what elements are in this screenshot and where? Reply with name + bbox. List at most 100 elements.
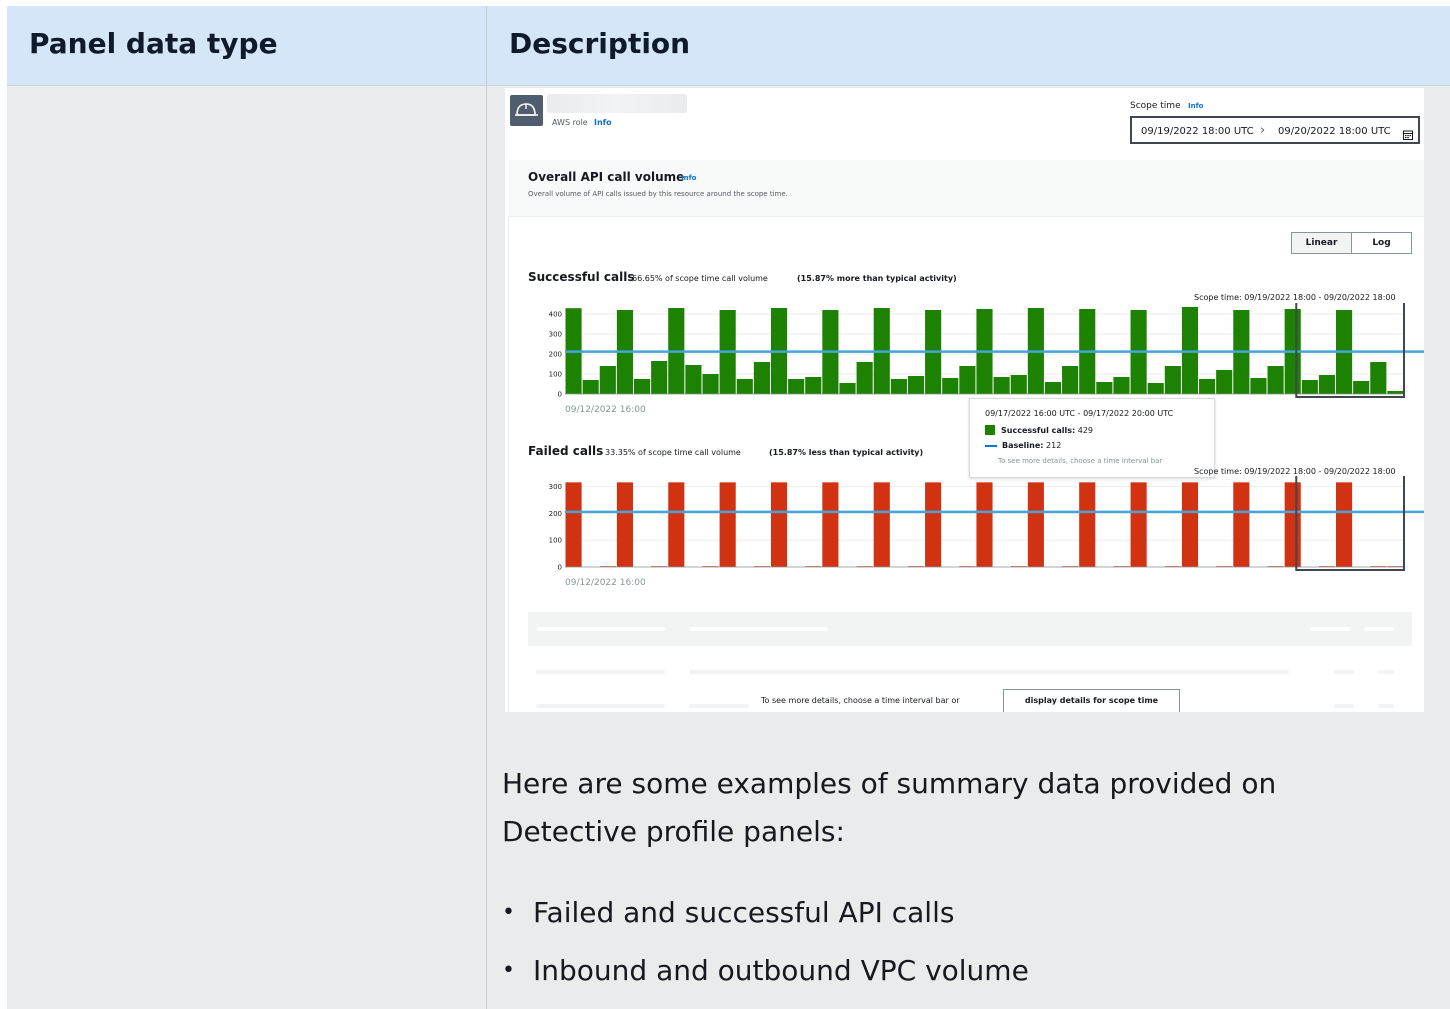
failed-bar: [925, 482, 942, 567]
panel-info-link[interactable]: Info: [681, 174, 696, 182]
failed-start-date: 09/12/2022 16:00: [565, 578, 646, 588]
successful-scope-caption: Scope time: 09/19/2022 18:00 - 09/20/202…: [1194, 293, 1396, 302]
calendar-icon[interactable]: [1403, 125, 1413, 144]
chart-tooltip: 09/17/2022 16:00 UTC - 09/17/2022 20:00 …: [969, 398, 1215, 478]
scale-toggle: Linear Log: [1291, 232, 1412, 254]
failed-bar: [822, 482, 839, 567]
successful-start-date: 09/12/2022 16:00: [565, 405, 646, 415]
failed-bar: [1233, 482, 1250, 567]
failed-bar: [1181, 482, 1199, 567]
failed-bar: [1027, 482, 1044, 567]
header-panel-data-type: Panel data type: [29, 27, 278, 60]
placeholder-bar: [1310, 627, 1350, 631]
failed-bar: [770, 482, 788, 567]
success-bar: [907, 376, 925, 394]
success-bar: [651, 361, 668, 394]
failed-ytick-label: 200: [549, 510, 562, 518]
details-hint-text: To see more details, choose a time inter…: [761, 696, 960, 705]
failed-ytick-label: 300: [549, 483, 562, 491]
success-bar: [1387, 391, 1404, 394]
scope-start: 09/19/2022 18:00 UTC: [1141, 126, 1254, 137]
failed-bar: [616, 482, 633, 567]
role-info-link[interactable]: Info: [594, 118, 612, 127]
success-bar: [599, 366, 616, 394]
tooltip-successful-label: Successful calls:: [1001, 425, 1076, 435]
log-button[interactable]: Log: [1352, 233, 1411, 253]
chevron-right-icon: ›: [1260, 123, 1266, 138]
scope-end: 09/20/2022 18:00 UTC: [1278, 126, 1391, 137]
placeholder-bar: [1334, 670, 1354, 674]
tooltip-successful: Successful calls: 429: [985, 425, 1093, 435]
success-bar: [993, 377, 1010, 394]
success-bar: [1062, 366, 1079, 394]
placeholder-bar: [536, 670, 665, 674]
tooltip-hint: To see more details, choose a time inter…: [998, 457, 1163, 465]
panel-description: Overall volume of API calls issued by th…: [528, 190, 788, 198]
summary-intro: Here are some examples of summary data p…: [502, 767, 1277, 848]
success-bar: [582, 380, 599, 394]
success-ytick-label: 200: [549, 351, 562, 359]
success-bar: [1147, 383, 1164, 394]
success-ytick-label: 0: [558, 391, 562, 399]
success-bar: [1164, 366, 1181, 394]
list-item: Inbound and outbound VPC volume: [502, 942, 1029, 1000]
success-bar: [753, 362, 770, 394]
baseline-swatch: [985, 444, 997, 447]
header-description: Description: [509, 27, 691, 60]
success-swatch: [985, 425, 995, 435]
placeholder-bar: [536, 704, 665, 708]
failed-calls-title: Failed calls: [528, 444, 604, 458]
failed-bar: [668, 482, 685, 567]
failed-pct: 33.35% of scope time call volume: [605, 448, 741, 457]
success-bar: [736, 379, 753, 394]
success-bar: [839, 383, 856, 394]
failed-bar: [719, 482, 736, 567]
failed-ytick-label: 0: [558, 564, 562, 572]
success-bar: [702, 374, 719, 394]
tooltip-range: 09/17/2022 16:00 UTC - 09/17/2022 20:00 …: [985, 409, 1174, 418]
success-bar: [1010, 375, 1027, 394]
failed-bar: [1336, 482, 1353, 567]
details-table-placeholder: [528, 612, 1412, 646]
success-bar: [1318, 375, 1336, 394]
success-ytick-label: 400: [549, 311, 562, 319]
failed-note: (15.87% less than typical activity): [769, 448, 924, 457]
placeholder-bar: [689, 670, 1289, 674]
success-ytick-label: 300: [549, 331, 562, 339]
placeholder-bar: [1378, 670, 1394, 674]
successful-note: (15.87% more than typical activity): [797, 274, 957, 283]
failed-bar: [565, 482, 582, 567]
success-bar: [788, 379, 805, 394]
tooltip-baseline-value: 212: [1046, 441, 1062, 450]
success-bar: [1199, 379, 1216, 394]
success-bar: [890, 379, 907, 394]
success-bar: [805, 377, 822, 394]
table-header-row: Panel data type Description: [7, 6, 1450, 86]
successful-pct: 66.65% of scope time call volume: [632, 274, 768, 283]
success-bar: [1353, 381, 1370, 394]
scope-time-info-link[interactable]: Info: [1188, 102, 1203, 110]
linear-button[interactable]: Linear: [1292, 233, 1352, 253]
tooltip-baseline-label: Baseline:: [1002, 441, 1044, 450]
success-bar: [633, 379, 651, 394]
scope-time-picker[interactable]: 09/19/2022 18:00 UTC › 09/20/2022 18:00 …: [1130, 116, 1420, 144]
success-bar: [1096, 382, 1113, 394]
display-details-button[interactable]: display details for scope time: [1003, 689, 1180, 712]
success-bar: [1113, 377, 1130, 394]
successful-calls-title: Successful calls: [528, 270, 635, 284]
failed-calls-chart[interactable]: 0 100 200 300: [505, 476, 1424, 576]
success-bar: [1044, 382, 1062, 394]
placeholder-bar: [537, 627, 665, 631]
failed-bar: [1284, 482, 1301, 567]
success-ytick-label: 100: [549, 371, 562, 379]
success-bar: [1216, 370, 1233, 394]
success-bar: [1370, 362, 1387, 394]
success-bar: [685, 365, 702, 394]
tooltip-baseline: Baseline: 212: [985, 441, 1061, 450]
failed-bar: [976, 482, 993, 567]
successful-calls-chart[interactable]: 0 100 200 300 400: [505, 303, 1424, 403]
detective-panel-screenshot: AWS role Info Scope time Info 09/19/2022…: [505, 88, 1424, 712]
failed-ytick-label: 100: [549, 537, 562, 545]
placeholder-bar: [1334, 704, 1354, 708]
failed-scope-caption: Scope time: 09/19/2022 18:00 - 09/20/202…: [1194, 467, 1396, 476]
